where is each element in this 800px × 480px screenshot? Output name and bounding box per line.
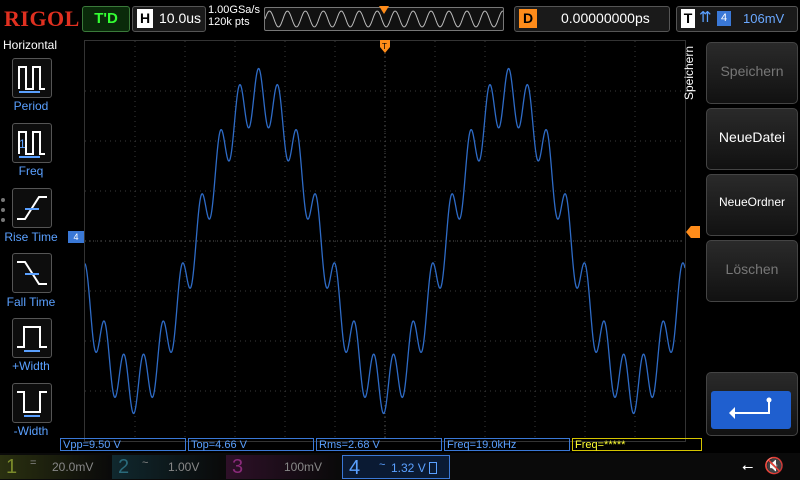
freq-icon: 1 (18, 131, 45, 158)
measurement-freq-secondary[interactable]: Freq=***** (572, 438, 702, 451)
period-button[interactable] (12, 58, 52, 98)
graticule (85, 41, 685, 441)
trigger-status-badge: T'D (82, 6, 130, 32)
trigger-time-marker-icon: T (380, 40, 390, 53)
channel-3-status[interactable]: 3 100mV (226, 455, 338, 479)
trigger-level-marker-icon[interactable] (686, 226, 700, 238)
freq-label: Freq (18, 164, 44, 178)
channel-3-number: 3 (232, 456, 244, 478)
svg-text:1: 1 (19, 137, 26, 151)
timebase-label: H (137, 9, 153, 28)
loeschen-softkey[interactable]: Löschen (706, 240, 798, 302)
timebase-display[interactable]: H 10.0us (132, 6, 206, 32)
usb-icon: ⭠ (742, 458, 754, 474)
negative-width-button[interactable] (12, 383, 52, 423)
memory-depth: 120k pts (208, 16, 250, 28)
positive-width-button[interactable] (12, 318, 52, 358)
neue-datei-softkey[interactable]: NeueDatei (706, 108, 798, 170)
channel-2-number: 2 (118, 456, 130, 478)
measurement-results-bar: Vpp=9.50 V Top=4.66 V Rms=2.68 V Freq=19… (60, 438, 704, 452)
channel-1-number: 1 (6, 456, 18, 478)
channel-1-scale: 20.0mV (52, 460, 94, 474)
rising-edge-icon: ⇈ (699, 9, 712, 26)
menu-page-dots (1, 198, 7, 228)
delay-value: 0.00000000ps (561, 10, 650, 26)
trigger-source-badge: 4 (717, 11, 731, 26)
neue-ordner-softkey[interactable]: NeueOrdner (706, 174, 798, 236)
fall-time-label: Fall Time (6, 295, 56, 309)
acquisition-info: 1.00GSa/s 120k pts (208, 4, 260, 28)
rise-time-icon (17, 196, 47, 220)
softkey-menu-title: Speichern (682, 44, 702, 106)
waveform-canvas (84, 41, 686, 441)
channel-3-scale: 100mV (284, 460, 323, 474)
period-icon (18, 66, 45, 93)
waveform-display[interactable] (84, 40, 686, 442)
brand-logo: RIGOL (4, 6, 80, 31)
ch4-ground-marker[interactable]: 4 (68, 231, 84, 243)
measurement-vpp[interactable]: Vpp=9.50 V (60, 438, 186, 451)
delay-label: D (519, 9, 537, 28)
channel-1-coupling-icon: = (30, 457, 37, 469)
positive-width-label: +Width (12, 359, 50, 373)
loeschen-softkey-label: Löschen (725, 261, 779, 277)
measurement-menu-title: Horizontal (3, 38, 58, 52)
return-button-face (711, 391, 791, 429)
period-label: Period (13, 99, 49, 113)
sample-rate: 1.00GSa/s (208, 4, 260, 16)
positive-width-icon (17, 326, 47, 352)
negative-width-label: -Width (13, 424, 49, 438)
measurement-freq[interactable]: Freq=19.0kHz (444, 438, 570, 451)
freq-button[interactable]: 1 (12, 123, 52, 163)
timebase-value: 10.0us (159, 10, 202, 26)
channel-4-scale: 1.32 V (391, 461, 426, 475)
measurement-rms[interactable]: Rms=2.68 V (316, 438, 442, 451)
trigger-position-icon (379, 6, 389, 14)
channel-4-coupling-icon: ~ (379, 459, 386, 471)
return-arrow-icon (729, 397, 772, 419)
trigger-display[interactable]: T ⇈ 4 106mV (676, 6, 798, 32)
softkey-menu-title-text: Speichern (682, 45, 697, 101)
speaker-muted-icon[interactable]: 🔇 (764, 456, 784, 476)
return-softkey[interactable] (706, 372, 798, 436)
horizontal-delay-display[interactable]: D 0.00000000ps (514, 6, 670, 32)
fall-time-icon (17, 261, 47, 285)
svg-text:T: T (382, 42, 387, 51)
channel-4-number: 4 (349, 457, 361, 479)
channel-2-status[interactable]: 2 ~ 1.00V (112, 455, 222, 479)
fall-time-button[interactable] (12, 253, 52, 293)
trigger-level-value: 106mV (743, 11, 785, 26)
channel-4-bandwidth-icon (429, 462, 437, 474)
channel-2-scale: 1.00V (168, 460, 200, 474)
rise-time-label: Rise Time (4, 230, 58, 244)
channel-1-status[interactable]: 1 = 20.0mV (0, 455, 110, 479)
speichern-softkey[interactable]: Speichern (706, 42, 798, 104)
rise-time-button[interactable] (12, 188, 52, 228)
trigger-label: T (681, 9, 695, 28)
neue-ordner-softkey-label: NeueOrdner (718, 195, 786, 209)
measurement-top[interactable]: Top=4.66 V (188, 438, 314, 451)
channel-4-status[interactable]: 4 ~ 1.32 V (342, 455, 450, 479)
neue-datei-softkey-label: NeueDatei (718, 129, 786, 145)
channel-2-coupling-icon: ~ (142, 457, 149, 469)
negative-width-icon (17, 391, 47, 417)
speichern-softkey-label: Speichern (720, 63, 784, 79)
